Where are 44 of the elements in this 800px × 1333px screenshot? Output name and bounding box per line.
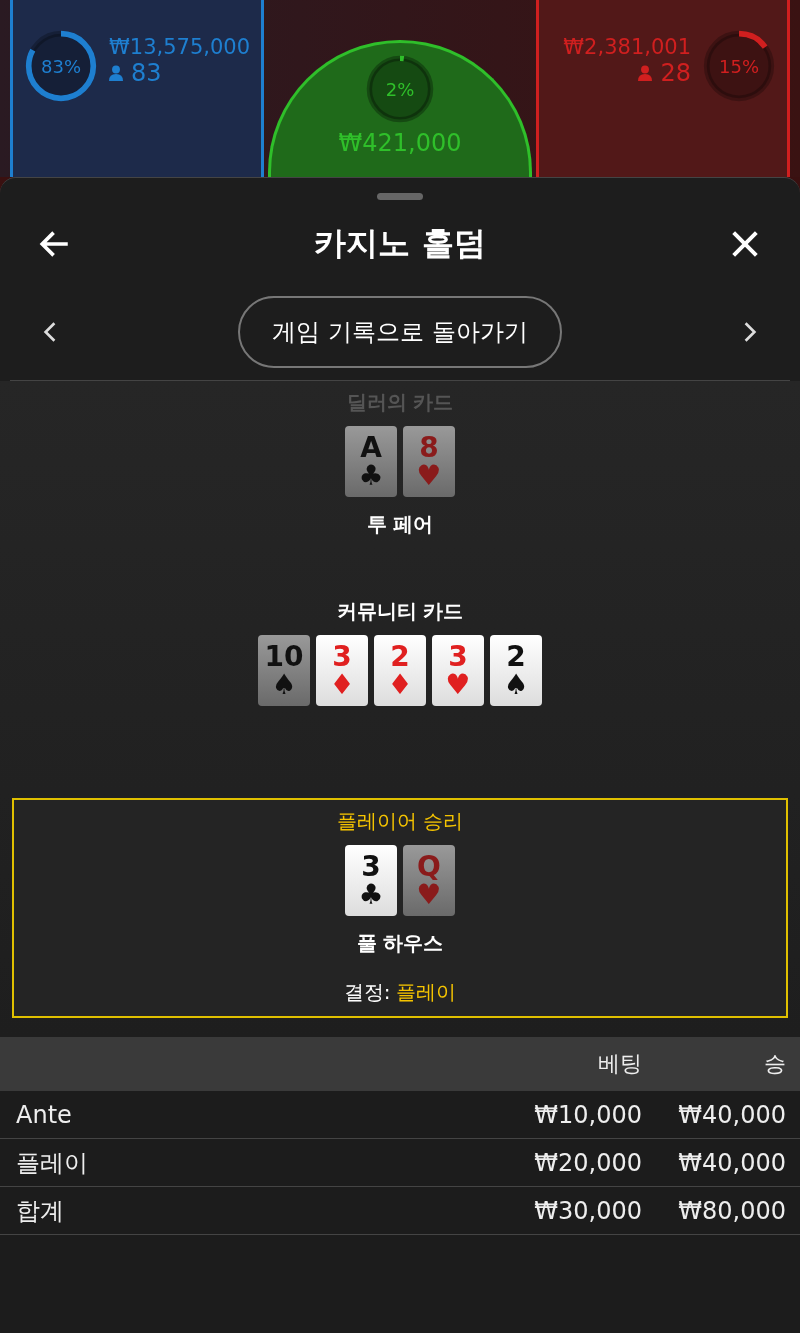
- playing-card: 3 ♣: [345, 845, 397, 916]
- chevron-left-icon[interactable]: [42, 321, 58, 343]
- table-cell-text: ₩80,000: [677, 1196, 786, 1225]
- hand-result: 풀 하우스: [356, 930, 444, 957]
- column-header: 베팅: [597, 1050, 642, 1078]
- percent-label: 2%: [385, 78, 415, 100]
- player-count: 83: [131, 60, 162, 86]
- table-cell-text: Ante: [16, 1100, 73, 1129]
- table-cell-text: 플레이: [16, 1147, 89, 1179]
- playing-card: 2 ♠: [490, 635, 542, 706]
- bet-panel[interactable]: 15% ₩2,381,001 28: [536, 0, 790, 177]
- chevron-right-icon[interactable]: [742, 321, 758, 343]
- bet-amount: ₩2,381,001: [563, 34, 691, 60]
- playing-card: 3 ♥: [432, 635, 484, 706]
- table-cell-text: ₩20,000: [533, 1148, 642, 1177]
- back-to-history-button[interactable]: 게임 기록으로 돌아가기: [238, 296, 562, 368]
- hand-result: 투 페어: [366, 511, 434, 538]
- percent-label: 83%: [41, 55, 81, 77]
- bet-amount: ₩421,000: [338, 129, 462, 157]
- bet-panel[interactable]: 83% ₩13,575,000 83: [10, 0, 264, 177]
- bet-amount: ₩13,575,000: [109, 34, 250, 60]
- playing-card: 2 ♦: [374, 635, 426, 706]
- playing-card: 3 ♦: [316, 635, 368, 706]
- playing-card: A ♣: [345, 426, 397, 497]
- playing-card: 10 ♠: [258, 635, 310, 706]
- percent-label: 15%: [719, 55, 759, 77]
- progress-ring: [364, 53, 436, 125]
- hand-label: 플레이어 승리: [336, 808, 464, 835]
- column-header: 승: [763, 1050, 786, 1078]
- playing-card: 8 ♥: [403, 426, 455, 497]
- table-cell-text: ₩30,000: [533, 1196, 642, 1225]
- person-icon: [638, 65, 653, 81]
- person-icon: [109, 65, 123, 81]
- table-cell-text: ₩40,000: [677, 1100, 786, 1129]
- table-cell-text: ₩10,000: [533, 1100, 642, 1129]
- player-count: 28: [660, 60, 691, 86]
- decision-label: 결정:: [343, 979, 391, 1006]
- table-cell-text: 합계: [16, 1195, 65, 1227]
- drag-handle[interactable]: [377, 193, 423, 200]
- hand-label: 커뮤니티 카드: [336, 598, 464, 625]
- sheet-title: 카지노 홀덤: [314, 223, 486, 264]
- decision-value: 플레이: [396, 979, 457, 1006]
- playing-card: Q ♥: [403, 845, 455, 916]
- table-cell-text: ₩40,000: [677, 1148, 786, 1177]
